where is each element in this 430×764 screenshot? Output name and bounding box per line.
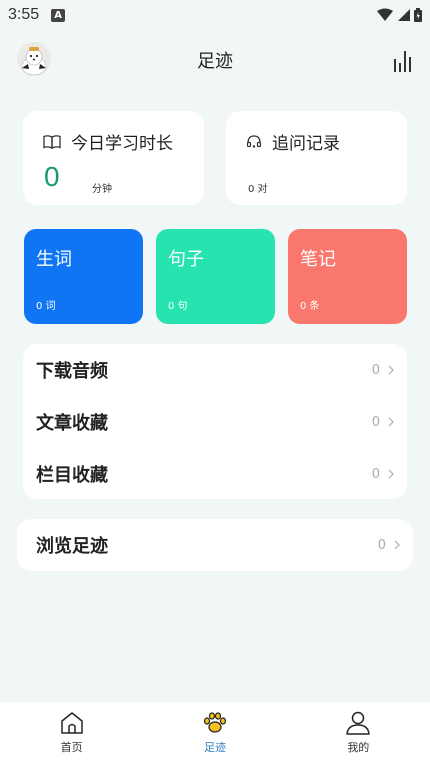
sentences-tile[interactable]: 句子 0 句 bbox=[156, 229, 275, 324]
browse-history-card[interactable]: 浏览足迹 0 bbox=[17, 519, 413, 571]
tab-me[interactable]: 我的 bbox=[287, 702, 430, 764]
ask-records-value: 0 对 bbox=[248, 184, 268, 195]
user-icon bbox=[346, 711, 371, 735]
study-time-label: 今日学习时长 bbox=[71, 134, 173, 154]
app-header: 足迹 bbox=[0, 30, 430, 90]
list-item-download-audio[interactable]: 下载音频 0 bbox=[23, 344, 407, 396]
signal-icon bbox=[398, 9, 410, 21]
collections-list: 下载音频 0 文章收藏 0 栏目收藏 0 bbox=[23, 344, 407, 499]
chevron-right-icon bbox=[388, 365, 394, 375]
paw-icon bbox=[203, 712, 227, 733]
list-item-count: 0 bbox=[371, 466, 380, 482]
status-time: 3:55 bbox=[8, 6, 40, 23]
words-tile-title: 生词 bbox=[36, 249, 72, 270]
notes-tile-count: 0 条 bbox=[300, 301, 320, 312]
book-icon bbox=[43, 134, 61, 149]
study-time-unit: 分钟 bbox=[92, 184, 112, 195]
battery-icon bbox=[414, 8, 422, 22]
list-item-label: 下载音频 bbox=[36, 361, 108, 382]
tab-me-label: 我的 bbox=[347, 741, 370, 754]
study-time-value: 0 bbox=[44, 161, 60, 192]
ask-records-title: 追问记录 bbox=[246, 129, 340, 154]
notes-tile-title: 笔记 bbox=[300, 249, 336, 270]
tab-home-label: 首页 bbox=[60, 741, 83, 754]
bar-chart-icon[interactable] bbox=[392, 49, 412, 73]
list-item-article-favorites[interactable]: 文章收藏 0 bbox=[23, 396, 407, 448]
page-title: 足迹 bbox=[197, 51, 233, 72]
chevron-right-icon bbox=[388, 417, 394, 427]
list-item-browse-history[interactable]: 浏览足迹 0 bbox=[17, 519, 413, 571]
ask-records-card[interactable]: 追问记录 0 对 bbox=[226, 111, 407, 205]
study-time-card[interactable]: 今日学习时长 0 分钟 bbox=[23, 111, 204, 205]
list-item-label: 文章收藏 bbox=[36, 413, 108, 434]
tab-footprint[interactable]: 足迹 bbox=[143, 702, 286, 764]
tab-footprint-label: 足迹 bbox=[203, 741, 226, 754]
avatar[interactable] bbox=[17, 42, 51, 76]
study-time-title: 今日学习时长 bbox=[43, 129, 173, 154]
wifi-icon bbox=[377, 8, 393, 21]
list-item-count: 0 bbox=[371, 362, 380, 378]
home-icon bbox=[60, 712, 83, 734]
chevron-right-icon bbox=[394, 540, 400, 550]
tab-home[interactable]: 首页 bbox=[0, 702, 143, 764]
words-tile[interactable]: 生词 0 词 bbox=[24, 229, 143, 324]
browse-history-count: 0 bbox=[377, 537, 386, 553]
status-bar: 3:55 A bbox=[0, 0, 430, 30]
words-tile-count: 0 词 bbox=[36, 301, 56, 312]
notification-a-icon: A bbox=[51, 8, 66, 22]
list-item-column-favorites[interactable]: 栏目收藏 0 bbox=[23, 448, 407, 500]
chevron-right-icon bbox=[388, 469, 394, 479]
notes-tile[interactable]: 笔记 0 条 bbox=[288, 229, 407, 324]
bottom-tab-bar: 首页 足迹 我的 bbox=[0, 702, 430, 764]
list-item-label: 栏目收藏 bbox=[36, 465, 108, 486]
list-item-count: 0 bbox=[371, 414, 380, 430]
sentences-tile-count: 0 句 bbox=[168, 301, 188, 312]
avatar-image bbox=[17, 42, 51, 76]
headset-icon bbox=[246, 134, 262, 148]
status-icons bbox=[376, 8, 422, 22]
browse-history-label: 浏览足迹 bbox=[36, 536, 108, 557]
sentences-tile-title: 句子 bbox=[168, 249, 204, 270]
ask-records-label: 追问记录 bbox=[272, 134, 340, 154]
